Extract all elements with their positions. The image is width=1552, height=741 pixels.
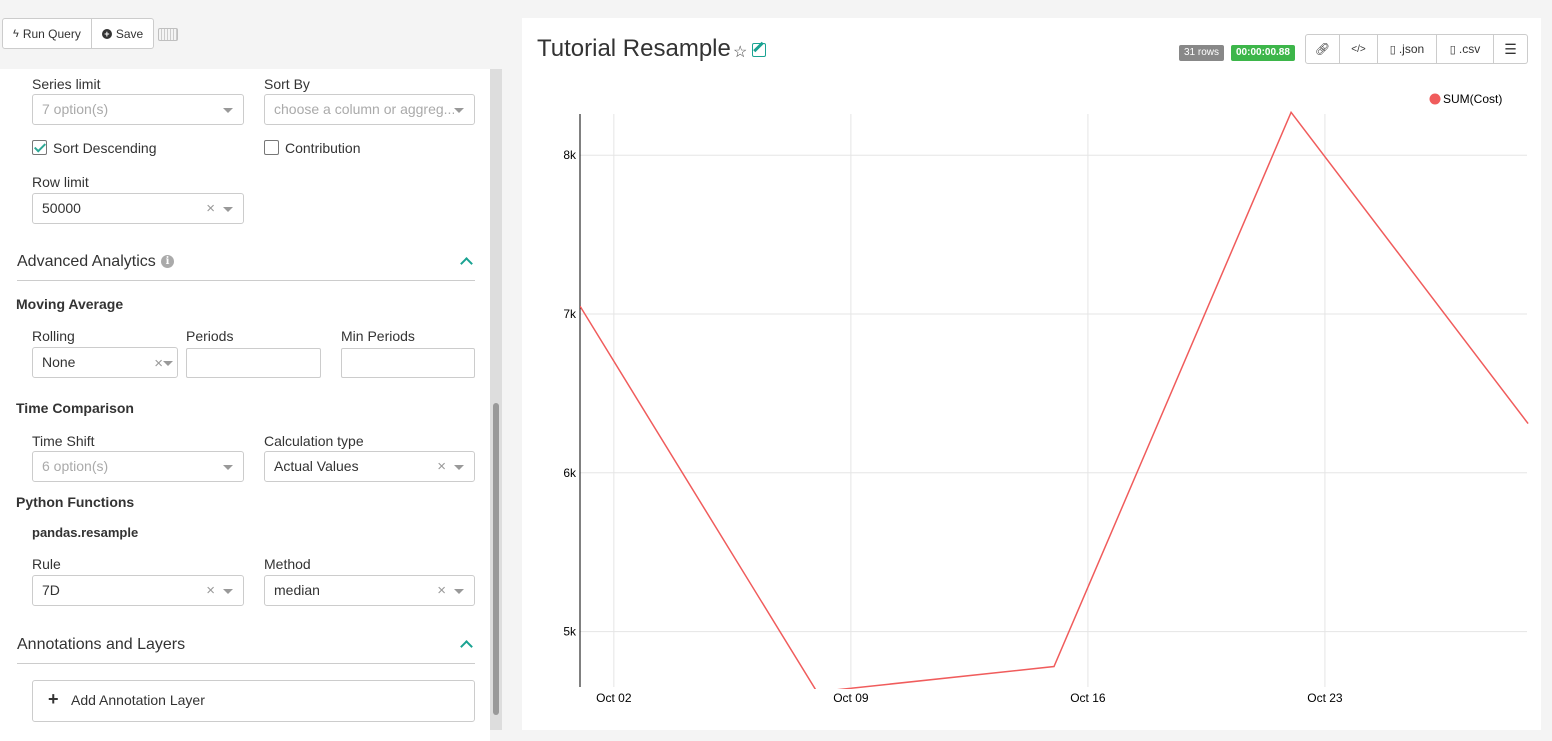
rolling-label: Rolling: [32, 328, 75, 344]
section-divider: [17, 280, 475, 281]
chevron-down-icon: [223, 108, 233, 113]
rolling-select[interactable]: None ×: [32, 347, 178, 378]
scrollbar[interactable]: [490, 69, 502, 730]
method-label: Method: [264, 556, 311, 572]
chevron-down-icon: [454, 108, 464, 113]
pandas-resample-subheading: pandas.resample: [32, 525, 139, 540]
section-divider: [17, 663, 475, 664]
time-shift-label: Time Shift: [32, 433, 95, 449]
query-toolbar: ϟ Run Query + Save: [2, 18, 155, 49]
clear-icon[interactable]: ×: [206, 582, 215, 599]
clear-icon[interactable]: ×: [154, 355, 163, 372]
min-periods-input[interactable]: [341, 348, 475, 378]
series-limit-label: Series limit: [32, 76, 101, 92]
row-limit-select[interactable]: 50000 ×: [32, 193, 244, 224]
sort-by-label: Sort By: [264, 76, 310, 92]
chevron-down-icon: [163, 361, 173, 366]
plus-circle-icon: +: [101, 28, 112, 39]
add-annotation-layer-button[interactable]: + Add Annotation Layer: [32, 680, 475, 722]
sort-descending-label: Sort Descending: [53, 140, 157, 156]
chevron-up-icon[interactable]: [460, 257, 473, 270]
x-tick-label: Oct 16: [1070, 691, 1106, 705]
clear-icon[interactable]: ×: [206, 200, 215, 217]
y-tick-label: 7k: [563, 307, 577, 321]
calculation-type-label: Calculation type: [264, 433, 364, 449]
method-select[interactable]: median ×: [264, 575, 475, 606]
keyboard-icon[interactable]: [158, 28, 178, 41]
x-tick-label: Oct 23: [1307, 691, 1343, 705]
run-query-button[interactable]: ϟ Run Query: [2, 18, 92, 49]
save-button[interactable]: + Save: [91, 18, 155, 49]
min-periods-label: Min Periods: [341, 328, 415, 344]
chart-grid: [580, 114, 1527, 687]
info-icon: i: [161, 255, 174, 268]
x-tick-label: Oct 09: [833, 691, 869, 705]
sort-by-select[interactable]: choose a column or aggreg...: [264, 94, 475, 125]
row-limit-label: Row limit: [32, 174, 89, 190]
line-chart: 5k 6k 7k 8k Oct 02 Oct 09 Oct 16 Oct 23 SUM(Cos…: [563, 92, 1529, 705]
chart-legend[interactable]: SUM(Cost): [1429, 92, 1503, 106]
python-functions-heading: Python Functions: [16, 494, 135, 510]
scrollbar-thumb[interactable]: [493, 403, 499, 715]
chart-panel: Tutorial Resample ☆ 31 rows 00:00:00.88 …: [522, 18, 1541, 730]
rule-select[interactable]: 7D ×: [32, 575, 244, 606]
clear-icon[interactable]: ×: [437, 458, 446, 475]
y-tick-label: 5k: [563, 625, 577, 639]
y-tick-label: 8k: [563, 148, 577, 162]
contribution-label: Contribution: [285, 140, 361, 156]
control-panel: ϟ Run Query + Save Series limit 7 option…: [0, 0, 504, 741]
series-limit-select[interactable]: 7 option(s): [32, 94, 244, 125]
chart-series: [580, 110, 1529, 689]
chevron-down-icon: [223, 465, 233, 470]
time-comparison-heading: Time Comparison: [16, 400, 134, 416]
periods-label: Periods: [186, 328, 234, 344]
rule-label: Rule: [32, 556, 61, 572]
moving-average-heading: Moving Average: [16, 296, 124, 312]
chevron-down-icon: [454, 589, 464, 594]
time-shift-select[interactable]: 6 option(s): [32, 451, 244, 482]
bolt-icon: ϟ: [13, 27, 19, 40]
x-tick-label: Oct 02: [596, 691, 632, 705]
clear-icon[interactable]: ×: [437, 582, 446, 599]
chart-axes: 5k 6k 7k 8k Oct 02 Oct 09 Oct 16 Oct 23: [563, 114, 1343, 705]
annotations-title[interactable]: Annotations and Layers: [17, 636, 185, 654]
chevron-down-icon: [223, 207, 233, 212]
chevron-up-icon[interactable]: [460, 640, 473, 653]
legend-label: SUM(Cost): [1443, 92, 1502, 106]
contribution-checkbox[interactable]: [264, 140, 279, 155]
chevron-down-icon: [454, 465, 464, 470]
advanced-analytics-title[interactable]: Advanced Analytics: [17, 253, 156, 271]
controls-scroll-area: Series limit 7 option(s) Sort By choose …: [0, 69, 490, 741]
sort-descending-checkbox[interactable]: [32, 140, 47, 155]
periods-input[interactable]: [186, 348, 321, 378]
legend-marker: [1429, 93, 1441, 105]
calculation-type-select[interactable]: Actual Values ×: [264, 451, 475, 482]
plus-icon: +: [48, 689, 59, 709]
chevron-down-icon: [223, 589, 233, 594]
y-tick-label: 6k: [563, 466, 577, 480]
series-line-sum-cost: [580, 110, 1529, 689]
